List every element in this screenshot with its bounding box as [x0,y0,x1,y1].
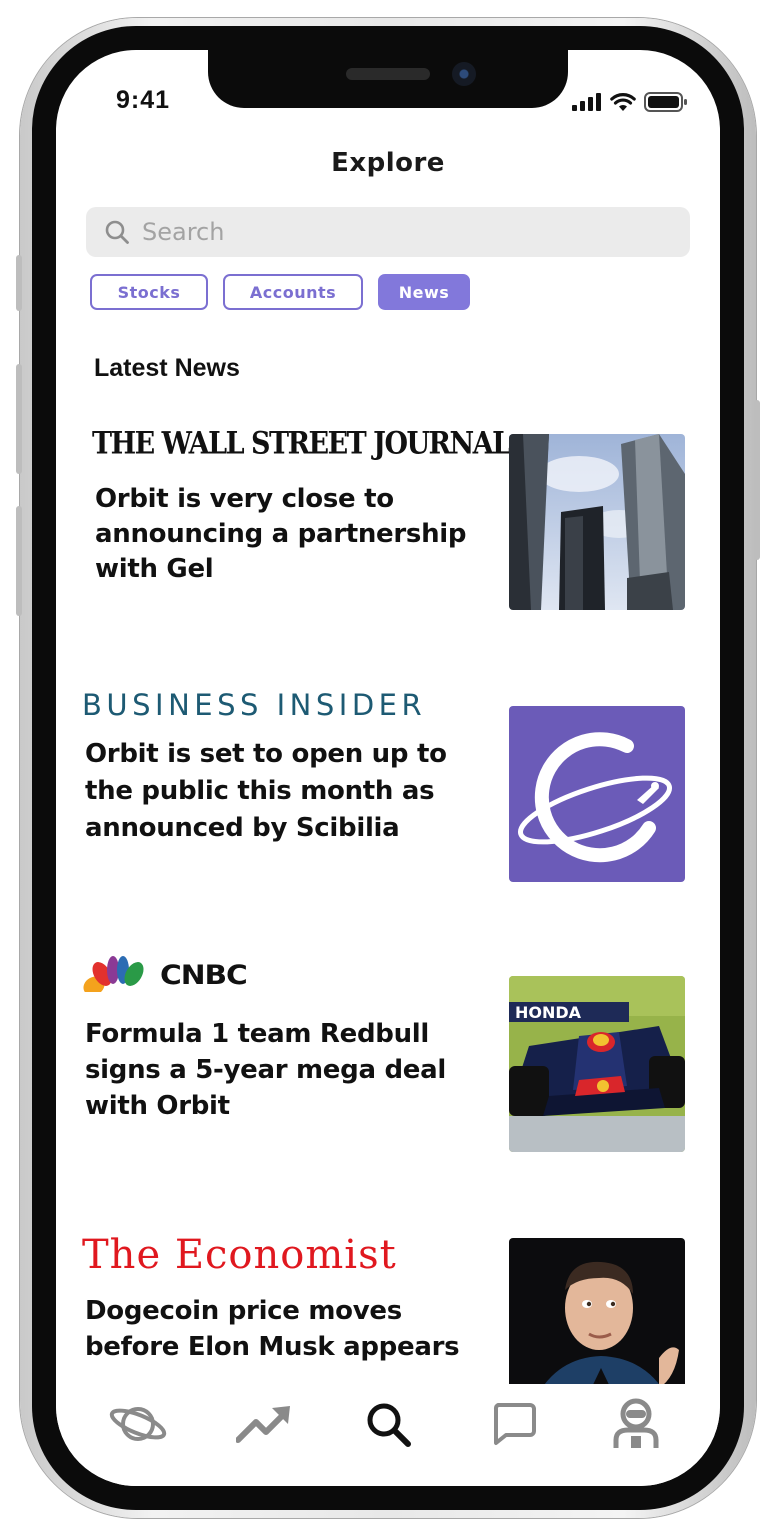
news-headline[interactable]: Formula 1 team Redbull signs a 5-year me… [85,1016,446,1124]
news-thumbnail-f1-car[interactable]: HONDA [509,976,685,1152]
side-button-power [754,400,760,560]
planet-icon [109,1407,167,1441]
speaker [346,68,430,80]
status-time: 9:41 [116,86,171,114]
tab-chat[interactable] [482,1398,546,1450]
source-logo-cnbc: CNBC [160,960,248,991]
camera [452,62,476,86]
wifi-icon [610,93,636,111]
search-input[interactable] [140,217,664,247]
headline-line: signs a 5-year mega deal [85,1055,446,1085]
trending-icon [236,1406,290,1443]
side-button-silent [16,255,22,311]
source-logo-business-insider: BUSINESS INSIDER [82,688,427,722]
source-logo-wsj: THE WALL STREET JOURNAL. [92,426,519,462]
headline-line: the public this month as [85,776,435,806]
battery-icon [644,92,687,112]
headline-line: Orbit is set to open up to [85,739,447,769]
status-icons [572,92,688,112]
filter-chip-stocks[interactable]: Stocks [90,274,208,310]
cnbc-peacock-icon [82,956,154,998]
car-sponsor-text: HONDA [515,1003,582,1022]
headline-line: Dogecoin price moves [85,1296,402,1326]
headline-line: with Orbit [85,1091,230,1121]
page-title: Explore [331,148,445,178]
skyscrapers-image [509,434,685,610]
f1-car-image: HONDA [509,976,685,1152]
signal-icon [572,93,601,111]
news-thumbnail-skyscrapers[interactable] [509,434,685,610]
search-icon [367,1403,411,1447]
headline-line: announced by Scibilia [85,813,400,843]
search-icon [105,220,129,244]
filter-chip-news[interactable]: News [378,274,470,310]
side-button-volume-up [16,364,22,474]
news-headline[interactable]: Dogecoin price moves before Elon Musk ap… [85,1293,460,1365]
headline-line: before Elon Musk appears [85,1332,460,1362]
news-headline[interactable]: Orbit is very close to announcing a part… [95,482,467,587]
tab-search[interactable] [356,1398,420,1450]
headline-line: Formula 1 team Redbull [85,1019,430,1049]
tab-bar [56,1384,720,1486]
section-title: Latest News [94,354,240,382]
headline-line: Orbit is very close to [95,484,394,514]
news-headline[interactable]: Orbit is set to open up to the public th… [85,736,447,847]
search-bar[interactable] [86,207,690,257]
tab-planet[interactable] [106,1398,170,1450]
orbit-logo-icon [518,732,672,863]
tab-profile[interactable] [604,1398,668,1450]
source-logo-economist: The Economist [82,1232,397,1278]
tab-trending[interactable] [232,1398,296,1450]
headline-line: announcing a partnership [95,519,467,549]
profile-icon [613,1398,659,1448]
news-thumbnail-orbit[interactable] [509,706,685,882]
screen: 9:41 Explore Stocks Accounts News [56,50,720,1486]
chat-icon [493,1403,536,1445]
notch [208,50,568,108]
headline-line: with Gel [95,554,214,584]
side-button-volume-down [16,506,22,616]
filter-chip-accounts[interactable]: Accounts [223,274,363,310]
